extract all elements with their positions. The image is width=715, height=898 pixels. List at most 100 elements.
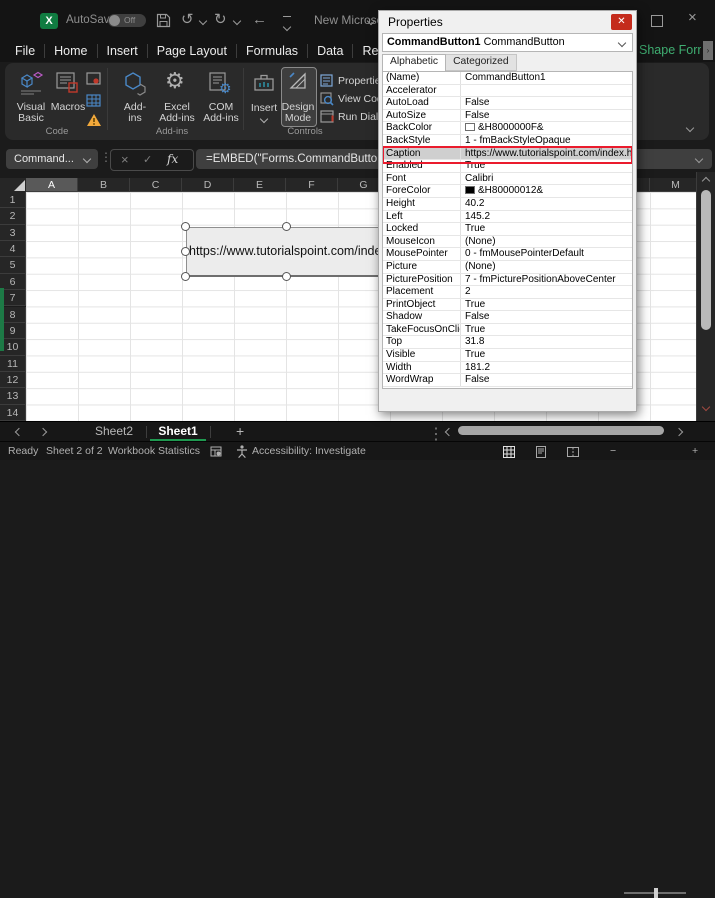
- redo-dropdown-icon[interactable]: [233, 17, 241, 25]
- row-header-13[interactable]: 13: [0, 388, 26, 404]
- insert-controls-icon[interactable]: [253, 72, 275, 92]
- property-row-top[interactable]: Top31.8: [383, 336, 632, 349]
- macros-button[interactable]: Macros: [48, 102, 88, 113]
- property-row-takefocusonclick[interactable]: TakeFocusOnClickTrue: [383, 324, 632, 337]
- back-arrow-icon[interactable]: ←: [252, 0, 267, 40]
- selection-handle-bottom-middle[interactable]: [282, 272, 291, 281]
- row-header-11[interactable]: 11: [0, 356, 26, 372]
- column-header-D[interactable]: D: [182, 178, 234, 192]
- close-window-button[interactable]: ×: [688, 9, 697, 26]
- property-row-visible[interactable]: VisibleTrue: [383, 349, 632, 362]
- property-value[interactable]: True: [461, 299, 632, 311]
- property-value[interactable]: 1 - fmBackStyleOpaque: [461, 135, 632, 147]
- workbook-statistics-button[interactable]: Workbook Statistics: [108, 442, 200, 460]
- property-row-left[interactable]: Left145.2: [383, 211, 632, 224]
- property-value[interactable]: 7 - fmPicturePositionAboveCenter: [461, 274, 632, 286]
- excel-add-ins-icon[interactable]: ⚙: [165, 68, 185, 94]
- property-value[interactable]: True: [461, 223, 632, 235]
- column-header-B[interactable]: B: [78, 178, 130, 192]
- save-icon[interactable]: [156, 13, 171, 28]
- zoom-slider-thumb[interactable]: [654, 888, 658, 898]
- sheet-tab-sheet2[interactable]: Sheet2: [86, 422, 142, 441]
- cancel-icon[interactable]: ×: [121, 152, 129, 167]
- properties-panel-close-button[interactable]: ✕: [611, 14, 632, 30]
- row-header-3[interactable]: 3: [0, 225, 26, 241]
- object-selector[interactable]: CommandButton1 CommandButton: [382, 33, 633, 52]
- tab-scroll-right-button[interactable]: ›: [703, 41, 713, 60]
- enter-icon[interactable]: ✓: [143, 153, 152, 166]
- property-value[interactable]: True: [461, 324, 632, 336]
- column-header-M[interactable]: M: [650, 178, 696, 192]
- hscroll-right-icon[interactable]: [675, 428, 683, 436]
- property-row-name[interactable]: (Name)CommandButton1: [383, 72, 632, 85]
- property-row-height[interactable]: Height40.2: [383, 198, 632, 211]
- sheet-nav-right-icon[interactable]: [39, 428, 47, 436]
- property-row-accelerator[interactable]: Accelerator: [383, 85, 632, 98]
- command-button-object[interactable]: https://www.tutorialspoint.com/index.htm: [186, 227, 380, 277]
- sheet-tab-sheet1[interactable]: Sheet1: [150, 422, 206, 441]
- row-header-4[interactable]: 4: [0, 241, 26, 257]
- name-box-dropdown-icon[interactable]: [83, 155, 91, 163]
- row-header-2[interactable]: 2: [0, 208, 26, 224]
- new-sheet-button[interactable]: +: [236, 422, 244, 441]
- column-header-A[interactable]: A: [26, 178, 78, 192]
- property-value[interactable]: [461, 85, 632, 97]
- record-macro-icon[interactable]: [86, 72, 101, 87]
- zoom-out-button[interactable]: −: [610, 442, 616, 460]
- property-value[interactable]: 145.2: [461, 211, 632, 223]
- column-header-C[interactable]: C: [130, 178, 182, 192]
- tab-shape-format[interactable]: Shape Format: [639, 43, 701, 59]
- relative-references-icon[interactable]: [86, 94, 101, 107]
- column-header-E[interactable]: E: [234, 178, 286, 192]
- name-box[interactable]: Command...: [6, 149, 98, 169]
- property-row-locked[interactable]: LockedTrue: [383, 223, 632, 236]
- property-value[interactable]: False: [461, 311, 632, 323]
- property-value[interactable]: 40.2: [461, 198, 632, 210]
- view-code-icon[interactable]: [320, 92, 334, 106]
- property-value[interactable]: False: [461, 110, 632, 122]
- normal-view-icon[interactable]: [503, 446, 515, 458]
- macro-recording-icon[interactable]: [210, 446, 222, 457]
- excel-add-ins-button[interactable]: Excel Add-ins: [154, 102, 200, 123]
- property-value[interactable]: Calibri: [461, 173, 632, 185]
- column-header-F[interactable]: F: [286, 178, 338, 192]
- undo-button[interactable]: ↺: [181, 0, 194, 40]
- visual-basic-icon[interactable]: [17, 70, 45, 96]
- tab-page-layout[interactable]: Page Layout: [148, 44, 237, 58]
- property-row-wordwrap[interactable]: WordWrapFalse: [383, 374, 632, 387]
- add-ins-button[interactable]: Add- ins: [114, 102, 156, 123]
- horizontal-scroll-thumb[interactable]: [458, 426, 664, 435]
- property-value[interactable]: 31.8: [461, 336, 632, 348]
- property-value[interactable]: 181.2: [461, 362, 632, 374]
- select-all-corner[interactable]: [0, 178, 27, 193]
- selection-handle-top-middle[interactable]: [282, 222, 291, 231]
- selection-handle-left-middle[interactable]: [181, 247, 190, 256]
- tab-formulas[interactable]: Formulas: [237, 44, 308, 58]
- add-ins-icon[interactable]: [124, 70, 148, 96]
- property-row-picture[interactable]: Picture(None): [383, 261, 632, 274]
- property-row-shadow[interactable]: ShadowFalse: [383, 311, 632, 324]
- tab-alphabetic[interactable]: Alphabetic: [382, 54, 446, 71]
- tab-file[interactable]: File: [6, 44, 45, 58]
- property-row-backcolor[interactable]: BackColor&H8000000F&: [383, 122, 632, 135]
- vertical-scroll-thumb[interactable]: [701, 190, 711, 330]
- qat-customize-icon[interactable]: [283, 16, 291, 35]
- scroll-up-icon[interactable]: [702, 177, 710, 185]
- macro-security-warning-icon[interactable]: [86, 113, 102, 127]
- property-value[interactable]: False: [461, 97, 632, 109]
- property-value[interactable]: (None): [461, 261, 632, 273]
- property-row-autoload[interactable]: AutoLoadFalse: [383, 97, 632, 110]
- row-header-12[interactable]: 12: [0, 372, 26, 388]
- selection-handle-bottom-left[interactable]: [181, 272, 190, 281]
- property-value[interactable]: 2: [461, 286, 632, 298]
- sheet-nav-left-icon[interactable]: [15, 428, 23, 436]
- com-add-ins-button[interactable]: COM Add-ins: [198, 102, 244, 123]
- row-header-14[interactable]: 14: [0, 405, 26, 421]
- property-row-autosize[interactable]: AutoSizeFalse: [383, 110, 632, 123]
- property-row-width[interactable]: Width181.2: [383, 362, 632, 375]
- expand-formula-bar-icon[interactable]: [695, 155, 703, 163]
- property-row-mousepointer[interactable]: MousePointer0 - fmMousePointerDefault: [383, 248, 632, 261]
- object-selector-dropdown-icon[interactable]: [618, 39, 626, 47]
- macros-icon[interactable]: [55, 71, 79, 95]
- selection-handle-top-left[interactable]: [181, 222, 190, 231]
